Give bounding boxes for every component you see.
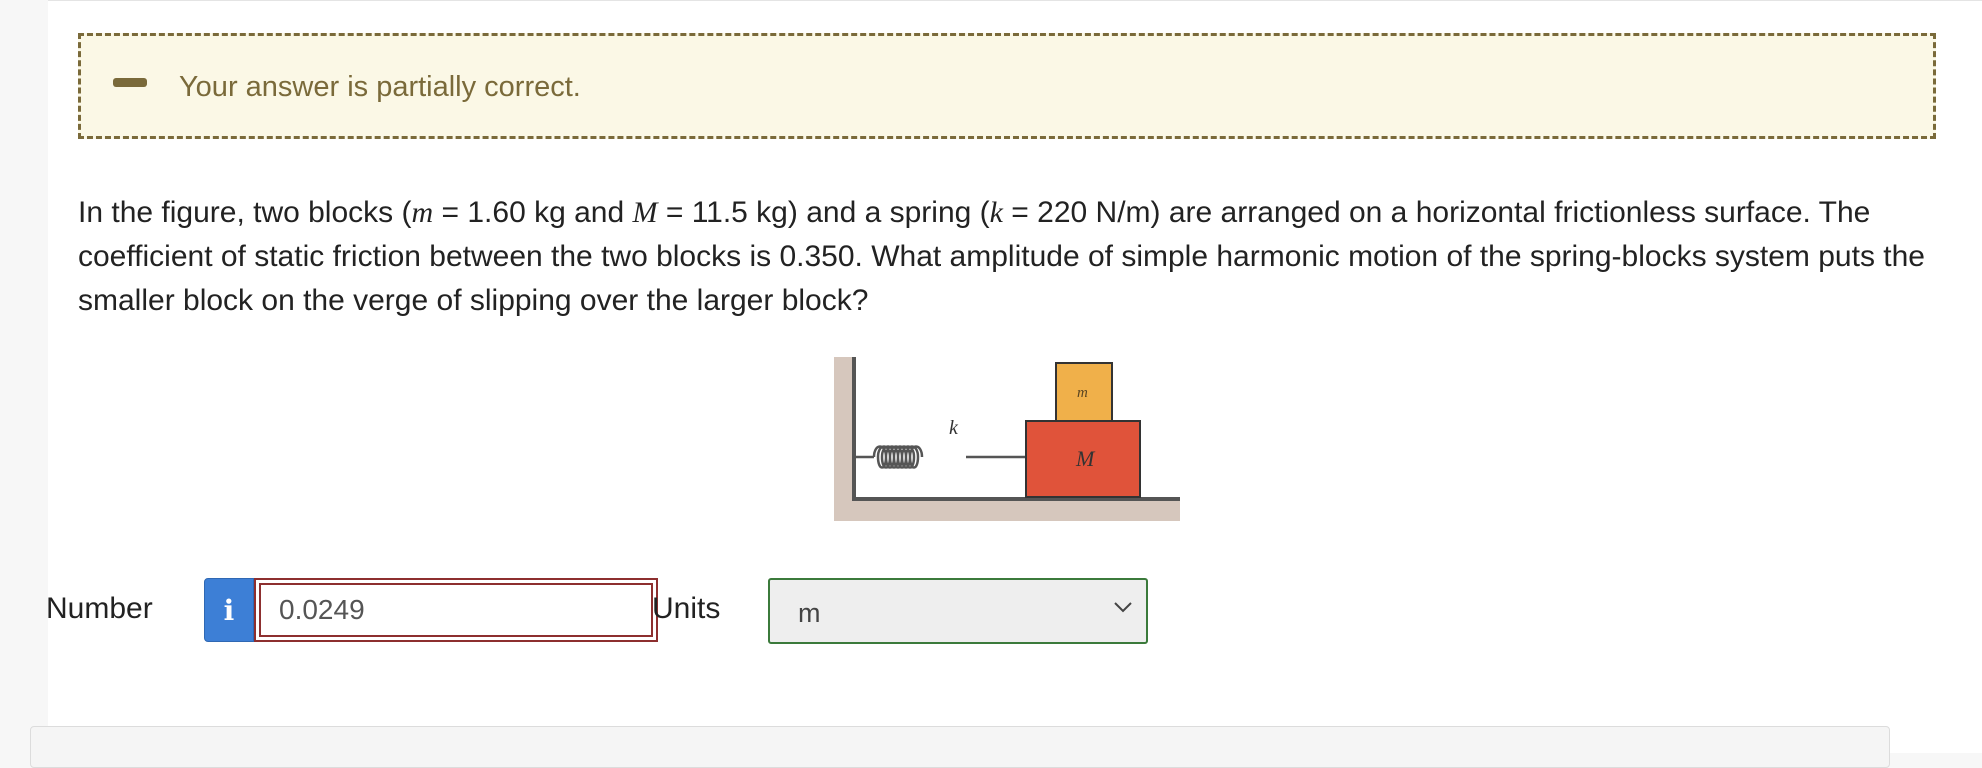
units-label: Units bbox=[652, 592, 721, 625]
number-label: Number bbox=[46, 592, 153, 625]
minus-icon bbox=[113, 78, 147, 87]
var-m: m bbox=[411, 196, 434, 229]
units-selected-value: m bbox=[798, 598, 821, 628]
question-part: = 1.60 kg and bbox=[433, 196, 633, 229]
next-panel bbox=[30, 726, 1890, 768]
var-k: k bbox=[989, 196, 1003, 229]
spring-label: k bbox=[949, 417, 959, 439]
units-select[interactable]: m bbox=[768, 578, 1148, 644]
chevron-down-icon bbox=[1114, 602, 1132, 613]
answer-field-wrapper bbox=[254, 578, 658, 642]
large-block-label: M bbox=[1075, 446, 1096, 471]
spring bbox=[856, 445, 1026, 469]
feedback-message: Your answer is partially correct. bbox=[179, 71, 581, 103]
spring-blocks-figure: k M m bbox=[834, 357, 1180, 521]
wall-edge bbox=[852, 357, 856, 501]
floor bbox=[834, 499, 1180, 521]
small-block-label: m bbox=[1077, 385, 1088, 401]
info-icon[interactable]: i bbox=[204, 578, 254, 642]
var-M: M bbox=[632, 196, 658, 229]
answer-number-input[interactable] bbox=[259, 583, 653, 637]
question-part: In the figure, two blocks ( bbox=[78, 196, 412, 229]
question-part: = 11.5 kg) and a spring ( bbox=[657, 196, 990, 229]
feedback-banner: Your answer is partially correct. bbox=[78, 33, 1936, 139]
question-text: In the figure, two blocks (m = 1.60 kg a… bbox=[78, 191, 1958, 323]
